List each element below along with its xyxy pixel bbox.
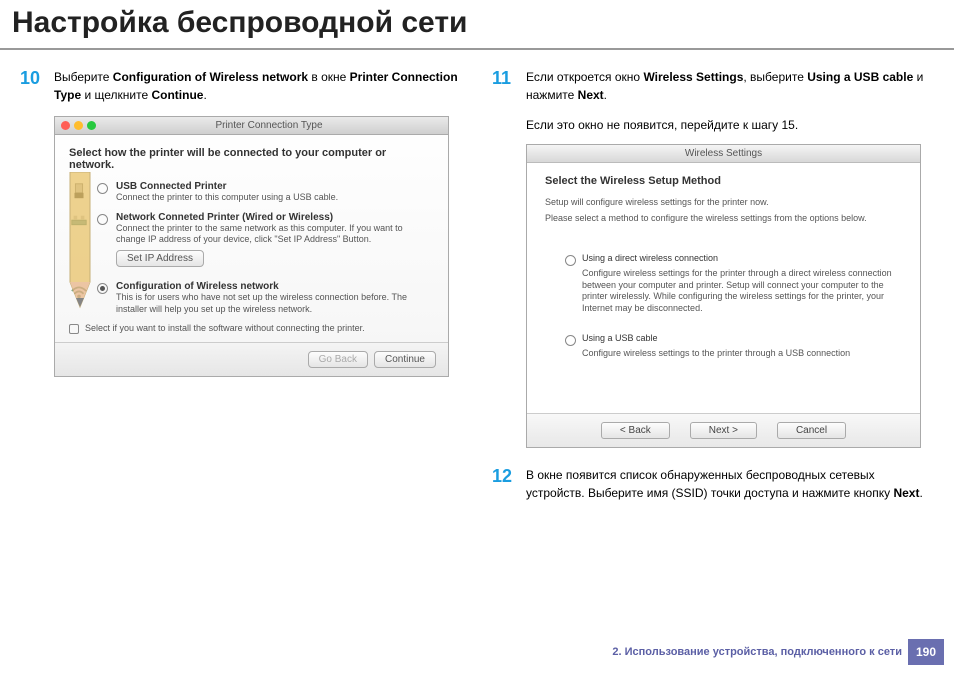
option-usb-cable[interactable]: Using a USB cable Configure wireless set… bbox=[565, 333, 902, 360]
zoom-icon[interactable] bbox=[87, 121, 96, 130]
dialog-heading: Select how the printer will be connected… bbox=[69, 147, 434, 171]
step-11-note: Если это окно не появится, перейдите к ш… bbox=[526, 116, 934, 134]
minimize-icon[interactable] bbox=[74, 121, 83, 130]
dialog-title: Printer Connection Type bbox=[96, 120, 442, 131]
option-desc: Connect the printer to this computer usi… bbox=[116, 192, 434, 204]
dialog-sub1: Setup will configure wireless settings f… bbox=[545, 197, 902, 207]
usb-icon bbox=[69, 181, 89, 201]
option-desc: Configure wireless settings to the print… bbox=[582, 348, 902, 360]
option-network[interactable]: Network Conneted Printer (Wired or Wirel… bbox=[69, 212, 434, 273]
step-12: 12 В окне появится список обнаруженных б… bbox=[492, 466, 934, 502]
step-number: 12 bbox=[492, 466, 516, 502]
next-button[interactable]: Next > bbox=[690, 422, 757, 439]
footer-chapter: 2. Использование устройства, подключенно… bbox=[612, 646, 902, 658]
step-number: 11 bbox=[492, 68, 516, 104]
close-icon[interactable] bbox=[61, 121, 70, 130]
option-label: Using a USB cable bbox=[582, 333, 658, 343]
checkbox[interactable] bbox=[69, 324, 79, 334]
option-label: Network Conneted Printer (Wired or Wirel… bbox=[116, 212, 434, 223]
radio-wireless[interactable] bbox=[97, 283, 108, 294]
option-label: USB Connected Printer bbox=[116, 181, 434, 192]
dialog-heading: Select the Wireless Setup Method bbox=[545, 175, 902, 187]
step-text: Выберите Configuration of Wireless netwo… bbox=[54, 68, 462, 104]
option-label: Configuration of Wireless network bbox=[116, 281, 434, 292]
option-usb[interactable]: USB Connected Printer Connect the printe… bbox=[69, 181, 434, 204]
wireless-settings-dialog: Wireless Settings Select the Wireless Se… bbox=[526, 144, 921, 448]
radio-network[interactable] bbox=[97, 214, 108, 225]
step-number: 10 bbox=[20, 68, 44, 104]
dialog-sub2: Please select a method to configure the … bbox=[545, 213, 902, 223]
left-column: 10 Выберите Configuration of Wireless ne… bbox=[20, 68, 462, 514]
printer-connection-dialog: Printer Connection Type Select how the p… bbox=[54, 116, 449, 377]
step-11: 11 Если откроется окно Wireless Settings… bbox=[492, 68, 934, 104]
mac-titlebar: Printer Connection Type bbox=[55, 117, 448, 135]
back-button[interactable]: < Back bbox=[601, 422, 670, 439]
option-desc: Configure wireless settings for the prin… bbox=[582, 268, 902, 315]
option-direct-wireless[interactable]: Using a direct wireless connection Confi… bbox=[565, 253, 902, 315]
radio-usb[interactable] bbox=[97, 183, 108, 194]
step-10: 10 Выберите Configuration of Wireless ne… bbox=[20, 68, 462, 104]
go-back-button[interactable]: Go Back bbox=[308, 351, 368, 368]
skip-install-checkbox-row[interactable]: Select if you want to install the softwa… bbox=[69, 323, 434, 334]
step-text: Если откроется окно Wireless Settings, в… bbox=[526, 68, 934, 104]
cancel-button[interactable]: Cancel bbox=[777, 422, 846, 439]
option-desc: Connect the printer to the same network … bbox=[116, 223, 434, 246]
page-footer: 2. Использование устройства, подключенно… bbox=[612, 639, 944, 665]
radio-usb-cable[interactable] bbox=[565, 335, 576, 346]
right-column: 11 Если откроется окно Wireless Settings… bbox=[492, 68, 934, 514]
page-number: 190 bbox=[908, 639, 944, 665]
checkbox-label: Select if you want to install the softwa… bbox=[85, 323, 365, 334]
dialog-title: Wireless Settings bbox=[527, 145, 920, 163]
radio-direct[interactable] bbox=[565, 255, 576, 266]
network-icon bbox=[69, 212, 89, 232]
option-desc: This is for users who have not set up th… bbox=[116, 292, 434, 315]
continue-button[interactable]: Continue bbox=[374, 351, 436, 368]
option-wireless-config[interactable]: Configuration of Wireless network This i… bbox=[69, 281, 434, 315]
wifi-icon bbox=[69, 281, 89, 301]
option-label: Using a direct wireless connection bbox=[582, 253, 718, 263]
page-title: Настройка беспроводной сети bbox=[0, 0, 954, 50]
set-ip-button[interactable]: Set IP Address bbox=[116, 250, 204, 267]
step-text: В окне появится список обнаруженных бесп… bbox=[526, 466, 934, 502]
